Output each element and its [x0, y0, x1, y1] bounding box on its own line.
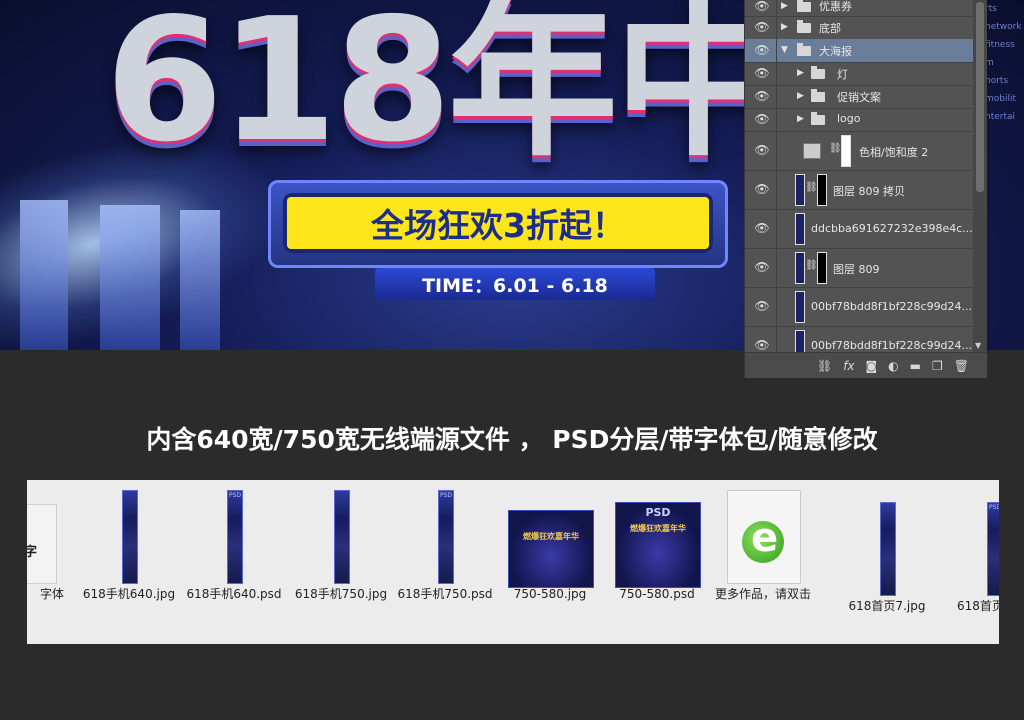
chain-link-icon[interactable]: ⛓ [805, 260, 818, 271]
eye-icon[interactable]: 👁 [751, 20, 773, 34]
layer-name: 00bf78bdd8f1bf228c99d24... [811, 339, 973, 352]
eye-icon[interactable]: 👁 [751, 89, 773, 103]
ie-icon [742, 515, 784, 563]
psd-thumbnail: PSD [438, 490, 454, 584]
layers-toolbar: ⛓ fx ◙ ◐ ▬ ❐ 🗑 [745, 352, 987, 378]
building-shape [180, 210, 220, 350]
expand-arrow-icon[interactable]: ▶ [781, 1, 788, 11]
chain-link-icon[interactable]: ⛓ [805, 182, 818, 193]
layer-mask-thumbnail[interactable] [817, 252, 827, 284]
eye-icon[interactable]: 👁 [751, 338, 773, 352]
layer-row[interactable]: 👁 ⛓ 色相/饱和度 2 [745, 131, 973, 171]
folder-icon [797, 20, 811, 33]
adjustment-icon [803, 143, 821, 159]
layer-row[interactable]: 👁 ⛓ 图层 809 拷贝 [745, 170, 973, 210]
trash-icon[interactable]: 🗑 [954, 359, 969, 373]
image-thumbnail [122, 490, 138, 584]
image-thumbnail: 燃爆狂欢嘉年华 [508, 510, 594, 588]
layer-row[interactable]: 👁 ddcbba691627232e398e4c... [745, 209, 973, 249]
time-banner: TIME：6.01 - 6.18 [375, 268, 655, 300]
layer-row[interactable]: 👁 ▼ 大海报 [745, 39, 973, 63]
layer-thumbnail [795, 174, 805, 206]
layer-thumbnail [795, 291, 805, 323]
adjustment-icon[interactable]: ◐ [888, 359, 898, 373]
psd-thumbnail: PSD [987, 502, 999, 596]
layer-row[interactable]: 👁 ▶ 优惠券 [745, 0, 973, 17]
layer-name: 图层 809 [833, 263, 880, 276]
eye-icon[interactable]: 👁 [751, 143, 773, 157]
fx-icon[interactable]: fx [843, 359, 854, 373]
eye-icon[interactable]: 👁 [751, 260, 773, 274]
building-shape [20, 200, 68, 350]
collapse-arrow-icon[interactable]: ▼ [781, 45, 788, 55]
layer-name: logo [837, 112, 861, 125]
eye-icon[interactable]: 👁 [751, 221, 773, 235]
mask-icon[interactable]: ◙ [866, 359, 878, 373]
folder-icon[interactable]: ▬ [910, 359, 921, 373]
psd-thumbnail: PSD [227, 490, 243, 584]
chain-link-icon[interactable]: ⛓ [829, 143, 842, 154]
folder-icon [811, 112, 825, 125]
headline: 内含640宽/750宽无线端源文件 ， PSD分层/带字体包/随意修改 [146, 425, 878, 454]
eye-icon[interactable]: 👁 [751, 0, 773, 13]
link-icon[interactable]: ⛓ [817, 359, 832, 373]
layer-name: 00bf78bdd8f1bf228c99d24... [811, 300, 973, 313]
expand-arrow-icon[interactable]: ▶ [797, 114, 804, 124]
layer-mask-thumbnail[interactable] [841, 135, 851, 167]
file-label: 618首页7.psd [957, 599, 999, 613]
eye-icon[interactable]: 👁 [751, 66, 773, 80]
layer-row[interactable]: 👁 ▶ logo [745, 108, 973, 132]
new-layer-icon[interactable]: ❐ [932, 359, 943, 373]
layers-panel: 👁 ▶ 优惠券 👁 ▶ 底部 👁 ▼ 大海报 👁 ▶ 灯 👁 ▶ 促销文案 👁 … [744, 0, 987, 378]
layer-name: 底部 [819, 22, 841, 35]
psd-thumbnail: PSD 燃爆狂欢嘉年华 [615, 502, 701, 588]
layer-name: 图层 809 拷贝 [833, 185, 905, 198]
layer-thumbnail [795, 252, 805, 284]
layer-thumbnail [795, 213, 805, 245]
building-shape [100, 205, 160, 350]
layer-row[interactable]: 👁 ▶ 灯 [745, 62, 973, 86]
layer-thumbnail [795, 330, 805, 352]
eye-icon[interactable]: 👁 [751, 43, 773, 57]
promo-banner: 全场狂欢3折起！ [283, 193, 713, 253]
eye-icon[interactable]: 👁 [751, 182, 773, 196]
file-label: 618首页7.jpg [848, 599, 926, 613]
expand-arrow-icon[interactable]: ▶ [781, 22, 788, 32]
file-label: 750-580.psd [619, 587, 695, 601]
image-thumbnail [880, 502, 896, 596]
scroll-down-icon[interactable]: ▼ [975, 341, 981, 350]
folder-icon [811, 89, 825, 102]
document-icon [727, 490, 801, 584]
expand-arrow-icon[interactable]: ▶ [797, 91, 804, 101]
layer-row[interactable]: 👁 ▶ 促销文案 [745, 85, 973, 109]
layer-name: 促销文案 [837, 91, 881, 104]
eye-icon[interactable]: 👁 [751, 112, 773, 126]
layer-row[interactable]: 👁 00bf78bdd8f1bf228c99d24... [745, 287, 973, 327]
layer-row[interactable]: 👁 00bf78bdd8f1bf228c99d24... [745, 326, 973, 353]
layer-name: 优惠券 [819, 0, 852, 13]
layer-name: ddcbba691627232e398e4c... [811, 222, 973, 235]
file-label: 更多作品，请双击 [714, 587, 811, 601]
layer-name: 色相/饱和度 2 [859, 146, 929, 159]
layer-mask-thumbnail[interactable] [817, 174, 827, 206]
layer-row[interactable]: 👁 ▶ 底部 [745, 16, 973, 40]
eye-icon[interactable]: 👁 [751, 299, 773, 313]
font-file-icon: 字 [27, 504, 57, 584]
image-thumbnail [334, 490, 350, 584]
layers-scrollbar[interactable]: ▼ [973, 0, 987, 352]
file-browser: 字 字体 618手机640.jpg PSD 618手机640.psd 618手机… [27, 480, 999, 644]
layer-name: 灯 [837, 68, 848, 81]
folder-icon [797, 43, 811, 56]
folder-icon [797, 0, 811, 12]
expand-arrow-icon[interactable]: ▶ [797, 68, 804, 78]
scrollbar-thumb[interactable] [976, 2, 984, 192]
layer-row[interactable]: 👁 ⛓ 图层 809 [745, 248, 973, 288]
side-text: rts network fitness m norts mobilit nter… [985, 4, 1022, 122]
folder-icon [811, 66, 825, 79]
layer-name: 大海报 [819, 45, 852, 58]
